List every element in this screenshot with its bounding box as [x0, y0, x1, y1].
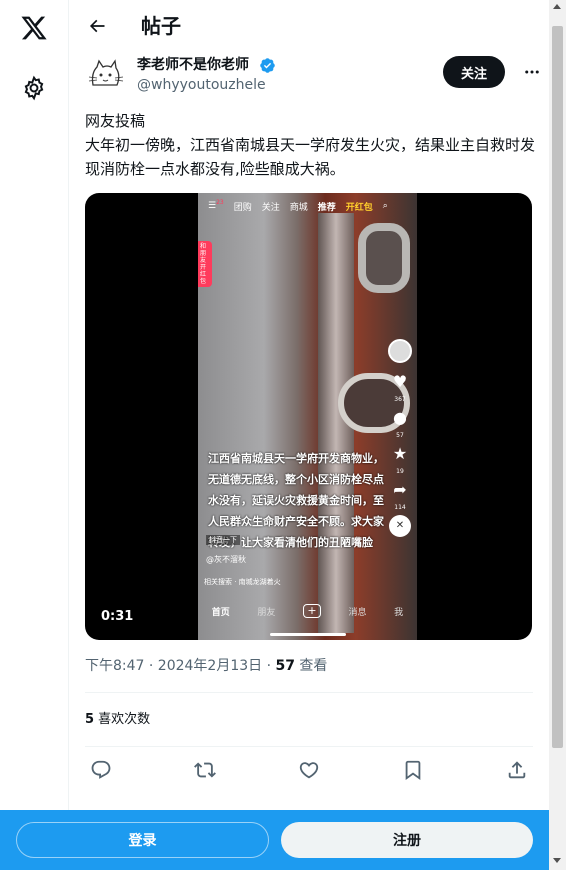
home-indicator	[270, 633, 346, 636]
bottom-signup-bar: 登录 注册	[0, 810, 549, 870]
share-icon: ➦	[393, 480, 407, 499]
bookmark-icon[interactable]	[399, 756, 427, 784]
video-nav-item: 首页	[211, 607, 230, 618]
view-count: 57	[275, 658, 295, 674]
author-name[interactable]: 李老师不是你老师	[137, 55, 249, 75]
video-nav-plus: +	[302, 604, 321, 618]
login-button[interactable]: 登录	[16, 822, 269, 858]
page-header: 帖子	[69, 0, 549, 53]
star-icon: ★	[392, 444, 408, 463]
video-tab: 开红包	[345, 202, 373, 213]
view-label: 查看	[294, 658, 328, 674]
likes-number: 5	[85, 712, 95, 727]
more-options-icon[interactable]	[521, 61, 543, 83]
mute-icon: ✕	[389, 515, 411, 537]
author-block: 李老师不是你老师 @whyyoutouzhele 关注	[85, 55, 549, 95]
post-text: 网友投稿 大年初一傍晚，江西省南城县天一学府发生火灾，结果业主自救时发现消防栓一…	[85, 112, 536, 178]
main-column: 帖子 李老师不是你老师 @whyyoutouzhele 关注 网友投稿 大年初一…	[69, 0, 549, 870]
avatar[interactable]	[85, 55, 125, 95]
scroll-up-icon[interactable]	[553, 4, 561, 9]
red-packet-tag: 和朋友开红包	[198, 241, 212, 287]
comment-icon: ●	[393, 408, 407, 427]
likes-label: 喜欢次数	[94, 712, 151, 727]
video-tab: 关注	[261, 202, 280, 213]
overlay-user: @灰不溜秋	[206, 555, 246, 564]
side-count: 57	[396, 432, 404, 439]
heart-icon: ♥	[392, 372, 408, 391]
video-search-hint: 相关搜索 · 南城龙湖着火	[204, 578, 281, 586]
overlay-tag: 抖音一下	[206, 535, 240, 545]
creator-avatar	[388, 339, 412, 363]
video-side-actions: ♥ 367 ● 57 ★ 19 ➦ 114 ✕	[386, 339, 414, 537]
video-badge: 23	[216, 198, 224, 206]
side-count: 114	[394, 504, 406, 511]
likes-count[interactable]: 5 喜欢次数	[85, 710, 150, 730]
x-logo-icon[interactable]	[20, 14, 48, 42]
left-rail	[0, 0, 69, 870]
post-actions	[85, 756, 533, 784]
divider	[85, 746, 533, 747]
video-duration: 0:31	[101, 609, 134, 624]
page-title: 帖子	[141, 14, 181, 38]
author-handle[interactable]: @whyyoutouzhele	[137, 75, 266, 95]
video-nav-item: 我	[394, 607, 404, 618]
back-arrow-icon[interactable]	[83, 12, 111, 40]
repost-icon[interactable]	[191, 756, 219, 784]
video-top-tabs: ☰ 23 团购 关注 商城 推荐 开红包 ⌕	[198, 193, 417, 219]
scrollbar[interactable]	[549, 0, 566, 870]
post-time[interactable]: 下午8:47 · 2024年2月13日 ·	[85, 658, 276, 674]
video-player[interactable]: ☰ 23 团购 关注 商城 推荐 开红包 ⌕ 和朋友开红包 ♥ 367 ● 57…	[85, 193, 532, 640]
video-nav-item: 朋友	[257, 607, 276, 618]
scroll-down-icon[interactable]	[553, 858, 561, 863]
follow-button[interactable]: 关注	[443, 56, 505, 88]
post-meta: 下午8:47 · 2024年2月13日 · 57 查看	[85, 656, 327, 676]
video-tab: 团购	[233, 202, 252, 213]
video-nav: 首页 朋友 + 消息 我	[198, 597, 417, 625]
video-nav-item: 消息	[348, 607, 367, 618]
gear-icon[interactable]	[21, 75, 47, 101]
side-count: 19	[396, 468, 404, 475]
video-tab: 商城	[289, 202, 308, 213]
menu-icon: ☰	[208, 201, 217, 211]
divider	[85, 692, 533, 693]
valve-graphic	[358, 223, 410, 293]
side-count: 367	[394, 396, 406, 403]
search-icon: ⌕	[382, 201, 388, 211]
reply-icon[interactable]	[87, 756, 115, 784]
share-icon[interactable]	[503, 756, 531, 784]
like-icon[interactable]	[295, 756, 323, 784]
signup-button[interactable]: 注册	[281, 822, 533, 858]
verified-badge-icon	[259, 57, 276, 74]
scroll-thumb[interactable]	[552, 26, 563, 748]
video-frame: ☰ 23 团购 关注 商城 推荐 开红包 ⌕ 和朋友开红包 ♥ 367 ● 57…	[198, 193, 417, 640]
video-tab: 推荐	[317, 202, 336, 213]
